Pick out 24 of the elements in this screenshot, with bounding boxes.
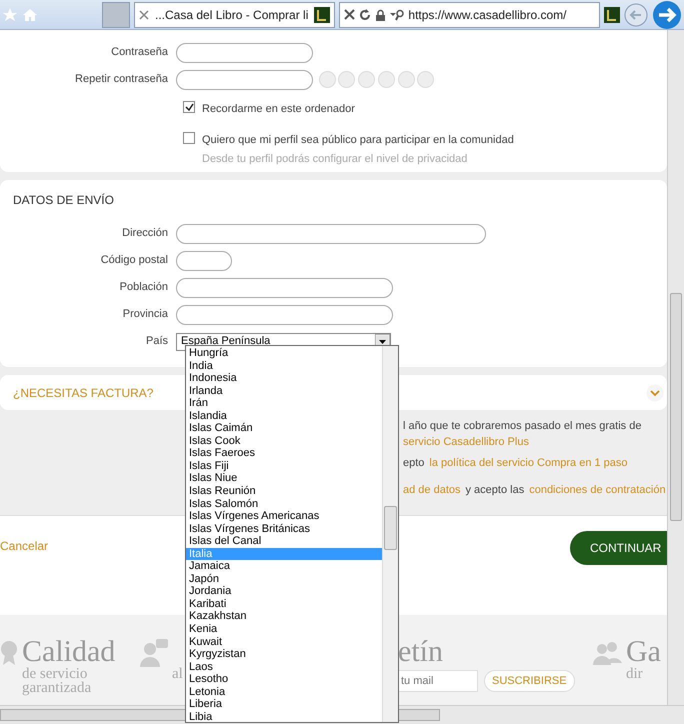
select-value: España Península bbox=[181, 334, 270, 348]
footer-subtitle: dir bbox=[626, 667, 644, 681]
field-label: País bbox=[144, 334, 169, 350]
checkbox-label: Recordarme en este ordenador bbox=[202, 102, 355, 117]
footer-subtitle: garantizada bbox=[22, 681, 92, 695]
terms-text: l año que te cobraremos pasado el mes gratis de bbox=[403, 420, 642, 433]
terms-text: epto bbox=[403, 457, 424, 470]
terms-text: y acepto las bbox=[466, 484, 524, 497]
url-text: https://www.casadellibro.com/ bbox=[408, 6, 566, 24]
footer-subtitle: al bbox=[172, 667, 183, 681]
field-label: Repetir contraseña bbox=[74, 72, 169, 88]
tab-title: ...Casa del Libro - Comprar li bbox=[155, 6, 308, 24]
footer-title: Ga bbox=[626, 637, 661, 667]
field-label: Provincia bbox=[122, 307, 169, 322]
field-label: Contraseña bbox=[110, 45, 169, 60]
field-label: Dirección bbox=[121, 226, 169, 242]
section-title: DATOS DE ENVÍO bbox=[12, 192, 115, 209]
footer-title: etín bbox=[398, 637, 444, 667]
footer-title: Calidad bbox=[22, 637, 116, 667]
field-label: Código postal bbox=[100, 253, 169, 268]
checkbox-label: Quiero que mi perfil sea público para participar en la comunidad bbox=[202, 132, 514, 148]
hint-text: Desde tu perfil podrás configurar el nivel de privacidad bbox=[202, 152, 468, 167]
field-label: Población bbox=[118, 280, 169, 296]
footer-subtitle: de servicio bbox=[22, 667, 88, 681]
